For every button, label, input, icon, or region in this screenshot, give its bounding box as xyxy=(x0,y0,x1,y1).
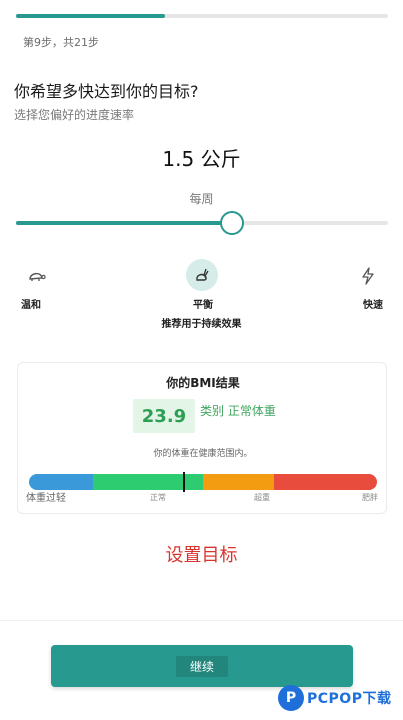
watermark-logo-icon: P xyxy=(278,685,304,711)
bmi-segment-normal xyxy=(93,474,203,490)
bmi-scale-label-obese: 肥胖 xyxy=(362,493,378,502)
rate-slider-fill xyxy=(16,221,232,225)
screen: 第9步，共21步 你希望多快达到你的目标? 选择您偏好的进度速率 1.5 公斤 … xyxy=(0,0,403,720)
rate-value: 1.5 公斤 xyxy=(162,147,241,171)
speed-label-balanced: 平衡 xyxy=(193,300,213,311)
footer-divider xyxy=(0,620,403,621)
speed-label-fast: 快速 xyxy=(363,300,383,311)
bmi-segment-obese xyxy=(274,474,377,490)
bmi-note: 你的体重在健康范围内。 xyxy=(153,449,253,459)
bmi-value: 23.9 xyxy=(133,399,195,433)
speed-label-gentle: 温和 xyxy=(21,300,41,311)
question-title: 你希望多快达到你的目标? xyxy=(14,82,199,101)
bmi-segment-overweight xyxy=(203,474,274,490)
rate-slider[interactable] xyxy=(16,211,388,235)
bmi-scale-bar xyxy=(29,474,377,490)
recommend-note: 推荐用于持续效果 xyxy=(161,319,242,330)
rabbit-icon xyxy=(196,268,209,281)
continue-button-label: 继续 xyxy=(175,655,228,677)
speed-option-balanced[interactable] xyxy=(186,259,218,291)
period-label: 每周 xyxy=(189,192,214,206)
watermark-text: PCPOP下载 xyxy=(307,691,392,707)
lightning-icon xyxy=(362,267,374,285)
bmi-scale-label-normal: 正常 xyxy=(150,493,166,502)
watermark: P PCPOP下载 xyxy=(278,683,391,713)
bmi-marker xyxy=(183,472,186,492)
rate-slider-thumb[interactable] xyxy=(219,211,244,235)
turtle-icon xyxy=(29,272,46,281)
step-progress-fill xyxy=(16,14,165,18)
continue-button[interactable]: 继续 xyxy=(51,645,353,687)
bmi-segment-underweight xyxy=(29,474,93,490)
step-counter: 第9步，共21步 xyxy=(23,36,99,49)
bmi-scale-label-overweight: 超重 xyxy=(254,493,270,502)
speed-option-gentle[interactable] xyxy=(21,260,53,292)
bmi-category: 类别 正常体重 xyxy=(200,404,276,418)
bmi-scale-label-underweight: 体重过轻 xyxy=(26,493,66,504)
speed-option-fast[interactable] xyxy=(352,260,384,292)
set-goal-link[interactable]: 设置目标 xyxy=(0,541,403,567)
question-subtitle: 选择您偏好的进度速率 xyxy=(14,108,135,122)
step-progress-bar xyxy=(16,14,388,18)
bmi-card: 你的BMI结果 23.9 类别 正常体重 你的体重在健康范围内。 体重过轻 正常… xyxy=(17,362,387,514)
bmi-title: 你的BMI结果 xyxy=(166,376,240,390)
